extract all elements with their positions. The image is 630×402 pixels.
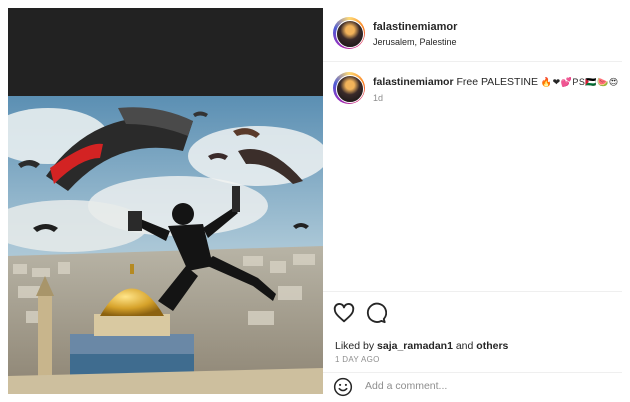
caption-body: Free PALESTINE — [456, 76, 538, 88]
add-comment-input[interactable] — [365, 377, 605, 395]
post-username[interactable]: falastinemiamor — [373, 21, 457, 33]
caption-text: falastinemiamor Free PALESTINE 🔥❤💕PS🇵🇸🍉😍 — [373, 76, 619, 88]
post-media[interactable] — [8, 8, 323, 394]
paraglider-over-dome-image — [8, 96, 323, 394]
post-sidebar: falastinemiamor Jerusalem, Palestine fal… — [323, 8, 622, 397]
caption-time[interactable]: 1d — [373, 93, 383, 103]
liked-by-user[interactable]: saja_ramadan1 — [377, 340, 453, 352]
post-date[interactable]: 1 DAY AGO — [335, 355, 380, 364]
post-actions: Liked by saja_ramadan1 and others 1 DAY … — [323, 291, 622, 397]
heart-icon[interactable] — [333, 302, 355, 324]
post-header: falastinemiamor Jerusalem, Palestine — [323, 8, 622, 62]
speech-bubble-icon[interactable] — [365, 302, 387, 324]
liked-by-text: Liked by saja_ramadan1 and others — [335, 340, 508, 352]
post-image[interactable] — [8, 96, 323, 394]
liked-by-prefix: Liked by — [335, 340, 375, 352]
liked-by-connector: and — [455, 340, 474, 352]
media-letterbox — [8, 8, 323, 96]
liked-by-others[interactable]: others — [476, 340, 508, 352]
caption-comment: falastinemiamor Free PALESTINE 🔥❤💕PS🇵🇸🍉😍… — [323, 62, 622, 122]
add-comment-bar — [323, 372, 622, 397]
caption-avatar[interactable] — [333, 72, 365, 104]
avatar[interactable] — [333, 17, 365, 49]
smile-icon[interactable] — [333, 377, 353, 397]
caption-emojis: 🔥❤💕PS🇵🇸🍉😍 — [540, 77, 619, 87]
caption-username[interactable]: falastinemiamor — [373, 76, 454, 88]
post-location[interactable]: Jerusalem, Palestine — [373, 37, 457, 47]
